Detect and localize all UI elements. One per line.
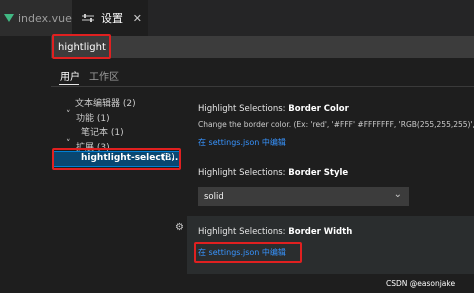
toc-item-features[interactable]: 功能 (1) [76,111,110,124]
gear-icon[interactable]: ⚙ [175,222,184,233]
toc-item-notebook[interactable]: 笔记本 (1) [81,125,124,138]
chevron-down-icon[interactable]: ˅ [66,139,71,149]
setting-title-name: Border Color [288,104,349,114]
close-icon[interactable]: ✕ [133,12,142,25]
edit-in-settings-json-link[interactable]: 在 settings.json 中编辑 [198,137,286,148]
scope-divider [51,86,474,87]
chevron-down-icon[interactable]: ˅ [66,110,71,120]
tab-index-vue[interactable]: index.vue [0,0,72,36]
setting-title-name: Border Width [288,227,353,237]
settings-sliders-icon [81,12,95,24]
setting-title-prefix: Highlight Selections: [198,104,289,114]
toc-item-count: (3) [162,153,175,163]
setting-title-prefix: Highlight Selections: [198,227,289,237]
setting-border-style-title: Highlight Selections: Border Style [198,168,348,178]
editor-tab-bar: index.vue 设置 ✕ [0,0,474,36]
setting-border-color-title: Highlight Selections: Border Color [198,104,349,114]
tab-settings[interactable]: 设置 ✕ [72,0,148,36]
border-style-select-value: solid [204,191,224,202]
tab-index-vue-label: index.vue [18,11,72,25]
tab-user-underline [59,84,79,85]
border-style-select[interactable]: solid ⌄ [198,187,409,206]
settings-search-input[interactable] [58,38,358,56]
setting-border-color-description: Change the border color. (Ex: 'red', '#F… [198,120,474,129]
edit-in-settings-json-link[interactable]: 在 settings.json 中编辑 [198,247,286,258]
tab-user[interactable]: 用户 [60,68,80,83]
tab-workspace[interactable]: 工作区 [89,68,119,83]
toc-item-text-editor[interactable]: 文本编辑器 (2) [75,96,136,109]
settings-search-box [51,36,474,58]
setting-border-width-title: Highlight Selections: Border Width [198,227,352,237]
tab-settings-label: 设置 [101,12,123,25]
setting-border-width-row [187,216,474,274]
setting-title-name: Border Style [288,168,349,178]
setting-title-prefix: Highlight Selections: [198,168,289,178]
vue-icon [4,14,14,22]
watermark: CSDN @easonjake [386,279,456,288]
chevron-down-icon: ⌄ [393,189,402,200]
